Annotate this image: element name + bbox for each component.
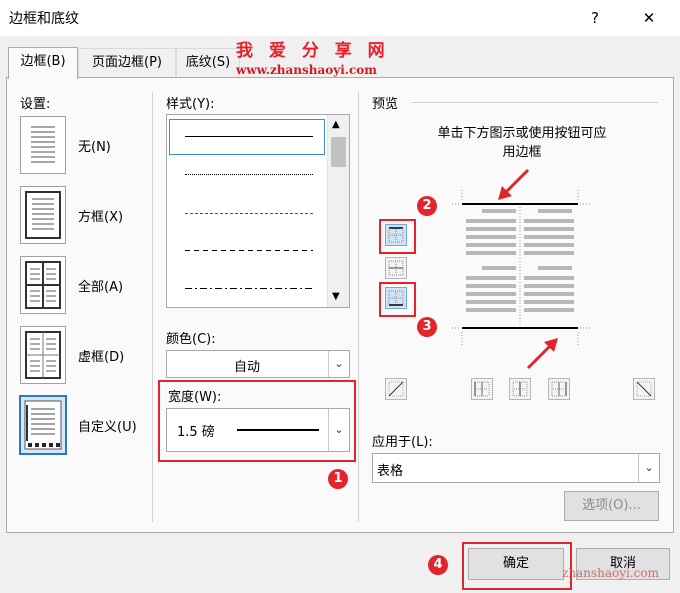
step-badge-2: 2 bbox=[417, 196, 437, 216]
width-dropdown[interactable]: 1.5 磅 ⌄ bbox=[166, 408, 350, 452]
options-button[interactable]: 选项(O)... bbox=[564, 491, 659, 521]
setting-custom-icon[interactable] bbox=[19, 395, 67, 455]
style-line-solid[interactable] bbox=[185, 136, 313, 137]
divider bbox=[358, 92, 359, 522]
watermark-url: www.zhanshaoyi.com bbox=[236, 63, 377, 77]
inside-horizontal-border-button[interactable] bbox=[385, 257, 407, 279]
bottom-border-button[interactable] bbox=[385, 287, 407, 309]
ok-button[interactable]: 确定 bbox=[468, 548, 564, 580]
scroll-up-icon[interactable]: ▲ bbox=[332, 119, 340, 130]
style-line-small-dash[interactable] bbox=[185, 213, 313, 214]
diagonal-up-border-button[interactable] bbox=[385, 378, 407, 400]
watermark-corner: zhanshaoyi.com bbox=[562, 566, 659, 580]
preview-diagram[interactable] bbox=[452, 190, 592, 350]
chevron-down-icon[interactable]: ⌄ bbox=[328, 351, 349, 377]
diagonal-down-border-button[interactable] bbox=[633, 378, 655, 400]
style-line-dotted[interactable] bbox=[185, 174, 313, 175]
chevron-down-icon[interactable]: ⌄ bbox=[638, 454, 659, 482]
setting-grid-label[interactable]: 虚框(D) bbox=[78, 346, 124, 365]
dialog-title: 边框和底纹 bbox=[9, 11, 79, 27]
width-line-sample bbox=[237, 429, 319, 431]
width-value: 1.5 磅 bbox=[177, 425, 215, 440]
style-line-dashed[interactable] bbox=[185, 250, 313, 251]
width-heading: 宽度(W): bbox=[168, 390, 222, 405]
top-border-button[interactable] bbox=[385, 224, 407, 246]
setting-box-label[interactable]: 方框(X) bbox=[78, 206, 123, 225]
arrow-annotation-top bbox=[498, 168, 530, 200]
preview-hint-line2: 用边框 bbox=[502, 145, 542, 160]
style-listbox[interactable]: ▲ ▼ bbox=[166, 114, 350, 308]
step-badge-4: 4 bbox=[428, 555, 448, 575]
style-line-dash-dot[interactable] bbox=[185, 288, 313, 289]
watermark-cn: 我 爱 分 享 网 bbox=[236, 41, 390, 61]
preview-heading: 预览 bbox=[372, 97, 399, 112]
inside-vertical-border-button[interactable] bbox=[509, 378, 531, 400]
right-border-button[interactable] bbox=[548, 378, 570, 400]
step-badge-1: 1 bbox=[328, 469, 348, 489]
help-button[interactable]: ? bbox=[573, 4, 617, 32]
close-button[interactable]: ✕ bbox=[627, 4, 671, 32]
color-value: 自动 bbox=[233, 360, 260, 375]
tab-shading[interactable]: 底纹(S) bbox=[176, 48, 240, 77]
step-badge-3: 3 bbox=[417, 317, 437, 337]
setting-none-icon[interactable] bbox=[20, 116, 66, 174]
apply-to-value: 表格 bbox=[377, 464, 404, 479]
apply-to-dropdown[interactable]: 表格 ⌄ bbox=[372, 453, 660, 483]
divider bbox=[152, 92, 153, 522]
color-heading: 颜色(C): bbox=[166, 332, 216, 347]
tab-borders[interactable]: 边框(B) bbox=[8, 47, 78, 79]
setting-box-icon[interactable] bbox=[20, 186, 66, 244]
setting-all-label[interactable]: 全部(A) bbox=[78, 276, 123, 295]
chevron-down-icon[interactable]: ⌄ bbox=[328, 409, 349, 451]
style-item-selected[interactable] bbox=[169, 119, 325, 155]
settings-heading: 设置: bbox=[20, 97, 51, 112]
setting-all-icon[interactable] bbox=[20, 256, 66, 314]
style-heading: 样式(Y): bbox=[166, 97, 215, 112]
preview-hint-line1: 单击下方图示或使用按钮可应 bbox=[437, 126, 607, 141]
arrow-annotation-bottom bbox=[526, 338, 558, 370]
setting-custom-label[interactable]: 自定义(U) bbox=[78, 416, 137, 435]
setting-none-label[interactable]: 无(N) bbox=[78, 136, 111, 155]
setting-grid-icon[interactable] bbox=[20, 326, 66, 384]
left-border-button[interactable] bbox=[471, 378, 493, 400]
scroll-thumb[interactable] bbox=[331, 137, 346, 167]
style-scrollbar[interactable]: ▲ ▼ bbox=[327, 115, 349, 307]
apply-to-heading: 应用于(L): bbox=[372, 435, 433, 450]
preview-divider bbox=[412, 102, 658, 103]
color-dropdown[interactable]: 自动 ⌄ bbox=[166, 350, 350, 378]
tab-page-borders[interactable]: 页面边框(P) bbox=[78, 48, 176, 77]
scroll-down-icon[interactable]: ▼ bbox=[332, 291, 340, 302]
